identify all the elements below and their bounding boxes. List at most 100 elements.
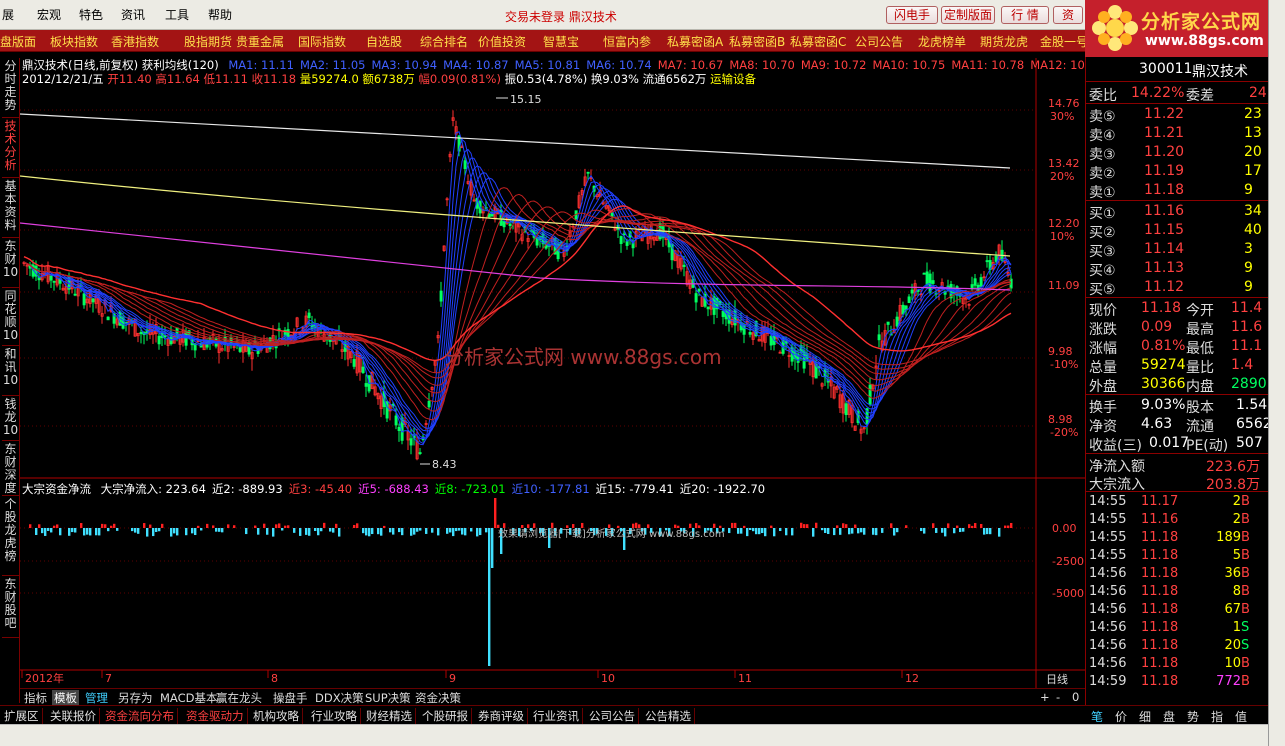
zoom-button[interactable]: + [1038,690,1052,704]
left-tab[interactable]: 东财股吧 [2,578,19,638]
tick-time: 14:56 [1089,584,1127,599]
menu-item[interactable]: 展 [2,6,14,23]
market-tab[interactable]: 板块指数 [50,33,98,50]
indicator-tab[interactable]: MACD基本 [158,690,219,706]
indicator-tab[interactable]: DDX决策 [313,690,366,706]
market-tab[interactable]: 智慧宝 [543,33,579,50]
market-tab[interactable]: 综合排名 [420,33,468,50]
date-label: 12 [905,672,919,685]
left-tab[interactable]: 分时走势 [2,60,19,118]
stat-value: 6562 [1236,416,1272,432]
ext-tab[interactable]: 关联报价 [50,708,100,724]
ext-tab[interactable]: 公告精选 [645,708,695,724]
left-vertical-tabs: 分时走势技术分析基本资料东财10 同花顺10 和讯10 钱龙10 东财深度个股龙虎榜东财… [0,58,20,703]
menu-item[interactable]: 帮助 [208,6,232,23]
stat-label: 换手 [1089,400,1117,416]
tick-direction: B [1241,656,1250,671]
menu-item[interactable]: 工具 [165,6,189,23]
zoom-button[interactable]: 0 [1070,690,1081,704]
price-label: 11.09 [1048,279,1080,292]
market-tab[interactable]: 私募密函C [790,33,846,50]
ma-value: MA4: 10.87 [443,58,509,72]
menu-item[interactable]: 资讯 [121,6,145,23]
indicator-tab[interactable]: 管理 [83,690,110,706]
ext-tab[interactable]: 扩展区 [4,708,43,724]
quote-view-tab[interactable]: 细 [1139,708,1151,725]
ext-tab[interactable]: 个股研报 [422,708,472,724]
indicator-tab[interactable]: 赢在龙头 [214,690,264,706]
ext-tab[interactable]: 行业资讯 [533,708,583,724]
peak-label: 15.15 [510,93,542,106]
ext-tab[interactable]: 机构攻略 [253,708,303,724]
left-tab[interactable]: 钱龙10 [2,398,19,441]
quote-view-tab[interactable]: 盘 [1163,708,1175,725]
market-tab[interactable]: 价值投资 [478,33,526,50]
site-logo: 分析家公式网 www.88gs.com [1085,0,1285,57]
tick-price: 11.18 [1141,584,1179,599]
quote-row: 买④ 11.13 9 [1089,260,1265,279]
left-tab[interactable]: 同花顺10 [2,290,19,346]
window-scrollbar[interactable] [1268,0,1285,746]
quote-row: 卖① 11.18 9 [1089,182,1265,201]
market-tab[interactable]: 恒富内参 [603,33,651,50]
left-tab[interactable]: 技术分析 [2,120,19,178]
ext-tab[interactable]: 行业攻略 [311,708,361,724]
market-tab[interactable]: 金股一号 [1040,33,1085,50]
quote-view-tab[interactable]: 指 [1211,708,1223,725]
quote-view-tab[interactable]: 值 [1235,708,1247,725]
window-title: 交易未登录 鼎汉技术 [505,10,617,24]
menu-item[interactable]: 特色 [79,6,103,23]
market-tab[interactable]: 私募密函A [667,33,723,50]
k-line-chart[interactable]: 14.7630% 13.4220% 12.2010% 11.09 9.98-10% 8.9… [20,58,1085,688]
left-tab[interactable]: 和讯10 [2,348,19,396]
indicator-tab[interactable]: 资金决策 [413,690,463,706]
market-tab[interactable]: 期货龙虎 [980,33,1028,50]
indicator-tab[interactable]: 另存为 [116,690,155,706]
menu-bar: 展 宏观 特色 资讯 工具 帮助 交易未登录 鼎汉技术 闪电手 定制版面 行 情… [0,0,1085,30]
custom-layout-button[interactable]: 定制版面 [941,6,995,24]
market-tab[interactable]: 公司公告 [855,33,903,50]
ext-tab[interactable]: 券商评级 [478,708,528,724]
quote-view-tab[interactable]: 笔 [1091,708,1103,725]
ext-tab[interactable]: 公司公告 [589,708,639,724]
market-tab[interactable]: 香港指数 [111,33,159,50]
zoom-button[interactable]: - [1054,690,1062,704]
indicator-value: 近8: -723.01 [434,482,506,496]
left-tab[interactable]: 个股龙虎榜 [2,498,19,576]
market-tab[interactable]: 私募密函B [729,33,785,50]
indicator-tab[interactable]: 指标 [22,690,49,706]
left-tab-label: 和讯10 [2,347,19,387]
indicator-tab[interactable]: 模板 [52,690,79,706]
watermark: 分析家公式网 www.88gs.com [444,345,722,369]
left-tab[interactable]: 东财10 [2,240,19,288]
tick-price: 11.18 [1141,530,1179,545]
ext-tab[interactable]: 资金驱动力 [186,708,248,724]
stat-label: 最高 [1186,322,1214,338]
quote-view-tab[interactable]: 价 [1115,708,1127,725]
market-tab[interactable]: 国际指数 [298,33,346,50]
info-button[interactable]: 资 [1053,6,1083,24]
buy-price: 11.14 [1144,241,1185,257]
left-tab[interactable]: 东财深度 [2,443,19,496]
market-tab[interactable]: 自选股 [366,33,402,50]
indicator-tab[interactable]: SUP决策 [363,690,413,706]
quote-view-tab[interactable]: 势 [1187,708,1199,725]
left-tab-label: 分时走势 [4,59,17,112]
market-tab[interactable]: 龙虎榜单 [918,33,966,50]
quote-row: 14:56 11.18 8 B [1089,584,1265,602]
ext-tab[interactable]: 财经精选 [366,708,416,724]
quote-button[interactable]: 行 情 [1001,6,1049,24]
flash-trade-button[interactable]: 闪电手 [886,6,938,24]
market-tab[interactable]: 贵重金属 [236,33,284,50]
buy-volume: 40 [1244,222,1262,238]
ext-tab[interactable]: 资金流向分布 [105,708,178,724]
left-tab[interactable]: 基本资料 [2,180,19,238]
menu-item[interactable]: 宏观 [37,6,61,23]
pct-label: 20% [1050,170,1074,183]
bar-float: 流通6562万 [642,72,707,86]
market-tab[interactable]: 盘版面 [0,33,36,50]
indicator-tab[interactable]: 操盘手 [271,690,310,706]
market-tab[interactable]: 股指期货 [184,33,232,50]
ma-value: MA11: 10.78 [951,58,1025,72]
bar-volume: 量59274.0 [299,72,359,86]
